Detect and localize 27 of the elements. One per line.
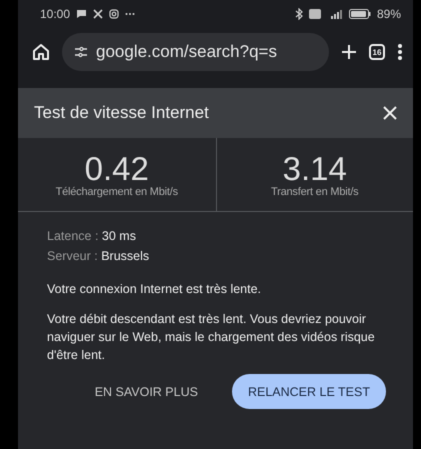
tune-icon [74,46,88,58]
bluetooth-icon [294,8,303,20]
description-text: Votre débit descendant est très lent. Vous devriez pouvoir naviguer sur le Web, mais le chargement des vidéos risque d'être lent. [47,311,376,364]
clock-time: 10:00 [40,7,70,21]
url-text: google.com/search?q=s [96,42,277,62]
card-title: Test de vitesse Internet [34,103,209,123]
speed-label: Transfert en Mbit/s [271,186,358,198]
rerun-button[interactable]: RELANCER LE TEST [232,374,386,409]
speed-value: 0.42 [84,152,149,186]
x-logo-icon [93,9,104,19]
speed-value: 3.14 [282,152,347,186]
camera-icon [109,9,120,19]
battery-level: 89% [376,7,401,21]
chat-icon [76,9,88,19]
address-bar[interactable]: google.com/search?q=s [62,33,329,71]
learn-more-button[interactable]: EN SAVOIR PLUS [78,374,214,409]
new-tab-button[interactable] [341,44,357,60]
battery-icon [348,9,371,19]
speed-label: Téléchargement en Mbit/s [56,186,178,198]
detail-line: Serveur : Brussels [47,248,150,265]
close-button[interactable] [383,106,397,120]
more-icon [125,12,136,16]
home-button[interactable] [32,43,50,61]
menu-button[interactable] [397,43,403,61]
summary-text: Votre connexion Internet est très lente. [47,281,262,298]
detail-line: Latence : 30 ms [47,228,137,245]
tab-count-button[interactable]: 16 [369,44,385,60]
